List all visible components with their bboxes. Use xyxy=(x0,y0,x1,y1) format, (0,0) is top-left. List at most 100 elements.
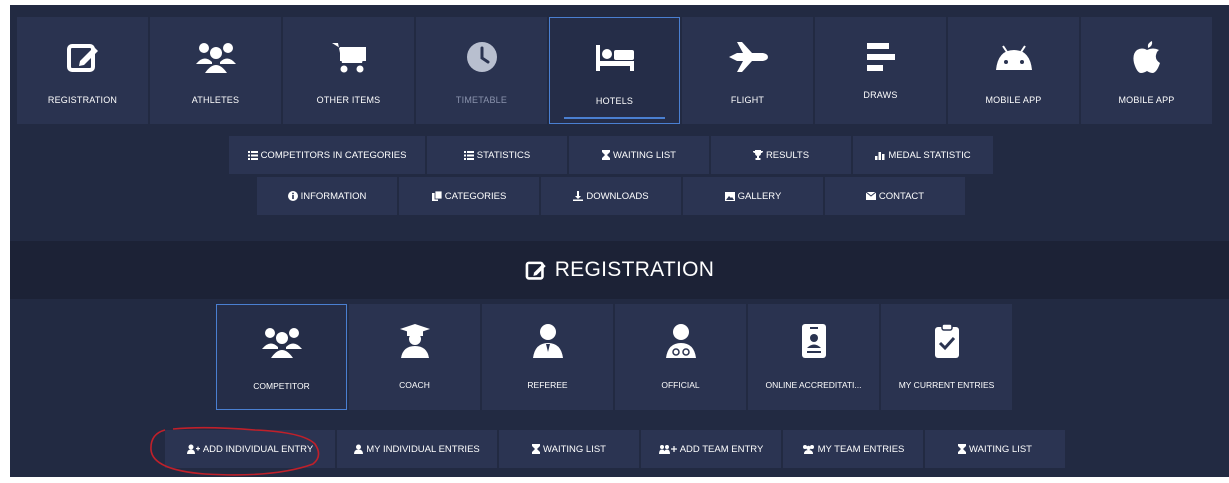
cart-icon xyxy=(283,37,414,77)
reg-type-label: COACH xyxy=(399,380,430,390)
reg-type-competitor[interactable]: COMPETITOR xyxy=(216,304,347,410)
nav-tile-label: OTHER ITEMS xyxy=(316,95,381,105)
nav-tile-registration[interactable]: REGISTRATION xyxy=(17,17,148,124)
nav-tile-label: HOTELS xyxy=(595,96,634,106)
hourglass-icon xyxy=(958,444,966,454)
section-header: REGISTRATION xyxy=(10,241,1229,299)
link-label: COMPETITORS IN CATEGORIES xyxy=(260,149,407,161)
main-nav: REGISTRATION ATHLETES OTHER ITEMS TIMETA… xyxy=(17,17,1212,124)
link-label: CONTACT xyxy=(878,190,925,202)
page-title: REGISTRATION xyxy=(525,258,715,282)
link-information[interactable]: INFORMATION xyxy=(257,177,397,215)
draws-icon xyxy=(815,37,946,77)
nav-tile-timetable[interactable]: TIMETABLE xyxy=(416,17,547,124)
hourglass-icon xyxy=(532,444,540,454)
add-team-entry-button[interactable]: ADD TEAM ENTRY xyxy=(641,430,781,468)
graduate-icon xyxy=(349,322,480,360)
nav-tile-label: DRAWS xyxy=(863,90,898,100)
link-gallery[interactable]: GALLERY xyxy=(683,177,823,215)
link-label: DOWNLOADS xyxy=(586,190,649,202)
my-individual-entries-button[interactable]: MY INDIVIDUAL ENTRIES xyxy=(337,430,497,468)
clock-icon xyxy=(416,37,547,77)
reg-type-label: MY CURRENT ENTRIES xyxy=(898,380,995,390)
download-icon xyxy=(573,191,584,201)
nav-tile-other-items[interactable]: OTHER ITEMS xyxy=(283,17,414,124)
link-competitors-in-categories[interactable]: COMPETITORS IN CATEGORIES xyxy=(229,136,425,174)
individual-waiting-list-button[interactable]: WAITING LIST xyxy=(499,430,639,468)
edit-icon xyxy=(525,261,546,280)
list-icon xyxy=(463,150,474,160)
link-contact[interactable]: CONTACT xyxy=(825,177,965,215)
link-label: STATISTICS xyxy=(476,149,531,161)
reg-type-my-current-entries[interactable]: MY CURRENT ENTRIES xyxy=(881,304,1012,410)
action-label: WAITING LIST xyxy=(969,443,1032,455)
user-icon xyxy=(354,444,364,454)
nav-tile-label: REGISTRATION xyxy=(47,95,118,105)
edit-icon xyxy=(17,37,148,77)
hourglass-icon xyxy=(602,150,610,160)
nav-tile-flight[interactable]: FLIGHT xyxy=(682,17,813,124)
plane-icon xyxy=(682,37,813,77)
registration-types: COMPETITOR COACH REFEREE OFFICIAL ONLINE… xyxy=(216,304,1012,410)
reg-type-label: ONLINE ACCREDITATI... xyxy=(765,380,862,390)
user-plus-icon xyxy=(186,444,200,454)
id-badge-icon xyxy=(748,322,879,360)
nav-tile-label: TIMETABLE xyxy=(455,95,508,105)
link-waiting-list[interactable]: WAITING LIST xyxy=(569,136,709,174)
nav-tile-label: MOBILE APP xyxy=(985,95,1042,105)
copy-icon xyxy=(431,191,442,201)
link-statistics[interactable]: STATISTICS xyxy=(427,136,567,174)
entry-actions: ADD INDIVIDUAL ENTRY MY INDIVIDUAL ENTRI… xyxy=(165,430,1065,468)
reg-type-label: COMPETITOR xyxy=(253,381,310,391)
team-waiting-list-button[interactable]: WAITING LIST xyxy=(925,430,1065,468)
link-label: GALLERY xyxy=(737,190,782,202)
nav-tile-hotels[interactable]: HOTELS xyxy=(549,17,680,124)
reg-type-official[interactable]: OFFICIAL xyxy=(615,304,746,410)
users-icon xyxy=(150,37,281,77)
users-icon xyxy=(217,323,346,361)
link-label: WAITING LIST xyxy=(613,149,676,161)
apple-icon xyxy=(1081,37,1212,77)
links-row-1: COMPETITORS IN CATEGORIES STATISTICS WAI… xyxy=(229,136,993,174)
link-label: CATEGORIES xyxy=(444,190,507,202)
action-label: MY INDIVIDUAL ENTRIES xyxy=(366,443,480,455)
action-label: MY TEAM ENTRIES xyxy=(817,443,905,455)
trophy-icon xyxy=(752,150,763,160)
link-label: MEDAL STATISTIC xyxy=(888,149,971,161)
nav-tile-ios-app[interactable]: MOBILE APP xyxy=(1081,17,1212,124)
add-individual-entry-button[interactable]: ADD INDIVIDUAL ENTRY xyxy=(165,430,335,468)
nav-tile-android-app[interactable]: MOBILE APP xyxy=(948,17,1079,124)
image-icon xyxy=(724,191,735,201)
bed-icon xyxy=(550,38,679,78)
list-icon xyxy=(247,150,258,160)
link-categories[interactable]: CATEGORIES xyxy=(399,177,539,215)
users-icon xyxy=(802,445,814,454)
reg-type-label: OFFICIAL xyxy=(661,380,700,390)
nav-tile-athletes[interactable]: ATHLETES xyxy=(150,17,281,124)
links-row-2: INFORMATION CATEGORIES DOWNLOADS GALLERY… xyxy=(257,177,965,215)
nav-tile-label: FLIGHT xyxy=(730,95,765,105)
clipboard-check-icon xyxy=(881,322,1012,360)
link-medal-statistic[interactable]: MEDAL STATISTIC xyxy=(853,136,993,174)
my-team-entries-button[interactable]: MY TEAM ENTRIES xyxy=(783,430,923,468)
nav-tile-draws[interactable]: DRAWS xyxy=(815,17,946,124)
page-title-text: REGISTRATION xyxy=(554,258,715,281)
action-label: WAITING LIST xyxy=(543,443,606,455)
link-label: INFORMATION xyxy=(300,190,367,202)
reg-type-coach[interactable]: COACH xyxy=(349,304,480,410)
reg-type-referee[interactable]: REFEREE xyxy=(482,304,613,410)
doctor-icon xyxy=(615,322,746,360)
action-label: ADD INDIVIDUAL ENTRY xyxy=(202,443,314,455)
envelope-icon xyxy=(865,192,876,200)
users-plus-icon xyxy=(658,445,677,454)
link-label: RESULTS xyxy=(765,149,810,161)
bar-chart-icon xyxy=(875,151,885,160)
reg-type-online-accreditation[interactable]: ONLINE ACCREDITATI... xyxy=(748,304,879,410)
link-downloads[interactable]: DOWNLOADS xyxy=(541,177,681,215)
referee-icon xyxy=(482,322,613,360)
link-results[interactable]: RESULTS xyxy=(711,136,851,174)
nav-tile-label: MOBILE APP xyxy=(1118,95,1175,105)
nav-tile-label: ATHLETES xyxy=(191,95,240,105)
reg-type-label: REFEREE xyxy=(527,380,568,390)
info-icon xyxy=(287,191,298,201)
